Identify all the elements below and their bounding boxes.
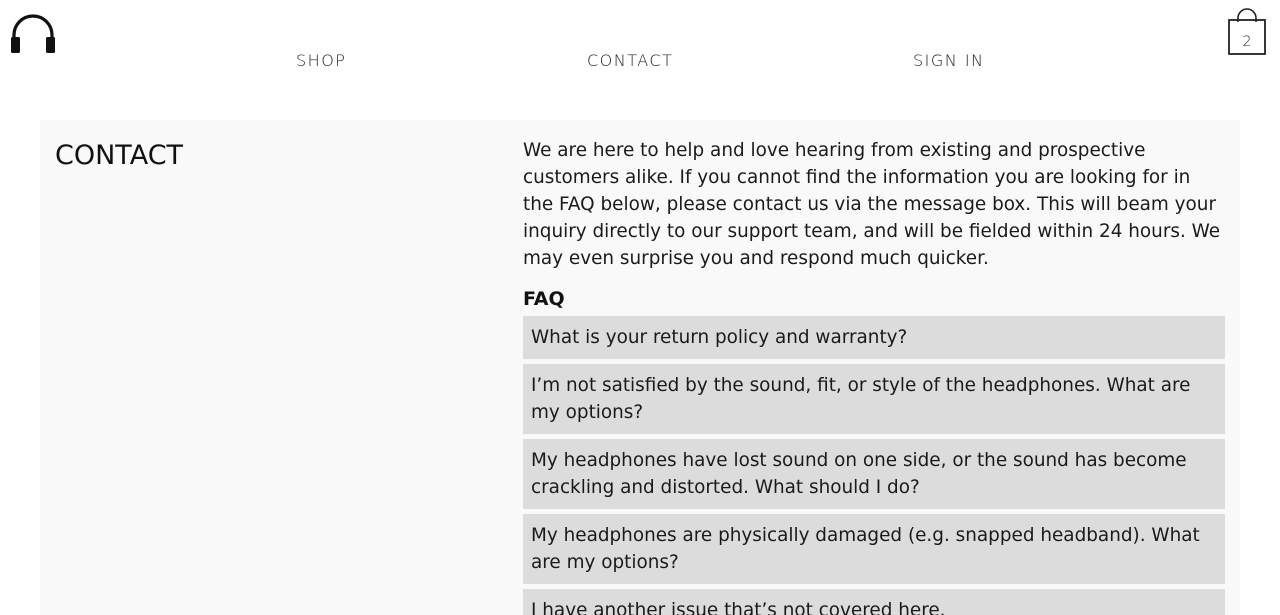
contact-content: We are here to help and love hearing fro…: [523, 137, 1225, 615]
faq-item-return-policy[interactable]: What is your return policy and warranty?: [523, 316, 1225, 359]
faq-item-physically-damaged[interactable]: My headphones are physically damaged (e.…: [523, 514, 1225, 584]
faq-list: What is your return policy and warranty?…: [523, 316, 1225, 615]
faq-item-lost-sound[interactable]: My headphones have lost sound on one sid…: [523, 439, 1225, 509]
site-header: SHOP CONTACT SIGN IN 2: [0, 0, 1280, 120]
faq-item-other-issue[interactable]: I have another issue that’s not covered …: [523, 589, 1225, 615]
nav-shop-link[interactable]: SHOP: [296, 51, 346, 70]
shopping-bag-icon: [1228, 8, 1266, 55]
cart-count-badge: 2: [1242, 34, 1252, 50]
contact-panel: CONTACT We are here to help and love hea…: [40, 120, 1240, 615]
headphones-icon[interactable]: [8, 11, 58, 55]
faq-heading: FAQ: [523, 288, 565, 310]
page-title: CONTACT: [55, 140, 184, 171]
cart-button[interactable]: 2: [1226, 8, 1268, 58]
nav-sign-in-link[interactable]: SIGN IN: [913, 51, 985, 70]
nav-contact-link[interactable]: CONTACT: [587, 51, 673, 70]
intro-text: We are here to help and love hearing fro…: [523, 140, 1221, 269]
faq-item-not-satisfied[interactable]: I’m not satisfied by the sound, fit, or …: [523, 364, 1225, 434]
